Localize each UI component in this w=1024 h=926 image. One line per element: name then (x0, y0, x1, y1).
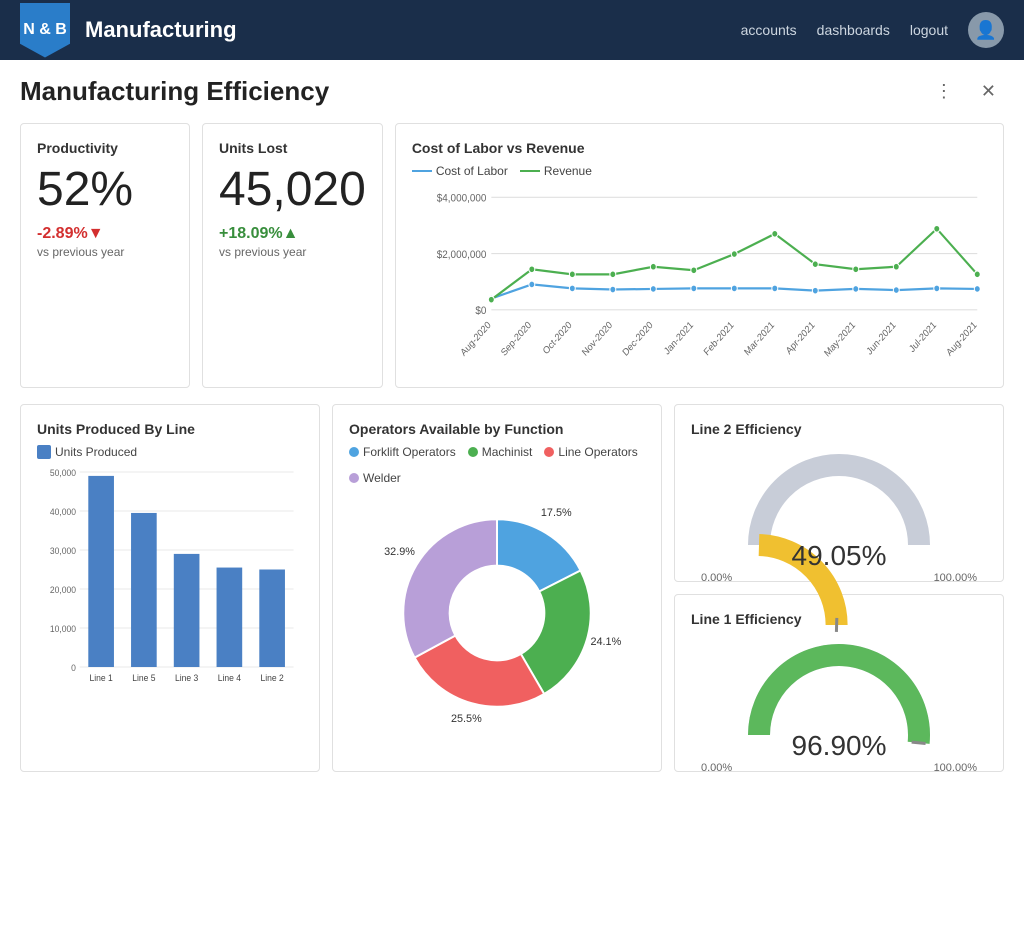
svg-text:40,000: 40,000 (50, 507, 76, 517)
legend-labor: Cost of Labor (412, 164, 508, 178)
close-button[interactable]: ✕ (973, 77, 1004, 106)
svg-text:25.5%: 25.5% (451, 713, 482, 725)
svg-text:$4,000,000: $4,000,000 (437, 192, 487, 205)
svg-text:Nov-2020: Nov-2020 (580, 319, 615, 358)
productivity-change: -2.89%▼ (37, 225, 173, 243)
page-title: Manufacturing Efficiency (20, 76, 927, 107)
svg-text:24.1%: 24.1% (590, 636, 621, 648)
labor-revenue-chart: $4,000,000 $2,000,000 $0Aug-2020Sep-2020Oc… (412, 186, 987, 366)
svg-text:Jun-2021: Jun-2021 (865, 319, 899, 357)
svg-text:Aug-2020: Aug-2020 (459, 319, 494, 358)
cost-labor-card: Cost of Labor vs Revenue Cost of Labor R… (395, 123, 1004, 388)
app-header: N & B Manufacturing accounts dashboards … (0, 0, 1024, 60)
legend-units-produced: Units Produced (37, 445, 137, 459)
line2-title: Line 2 Efficiency (691, 421, 987, 437)
header-actions: ⋮ ✕ (927, 77, 1004, 106)
units-lost-vs: vs previous year (219, 245, 366, 259)
avatar[interactable]: 👤 (968, 12, 1004, 48)
svg-text:30,000: 30,000 (50, 546, 76, 556)
header-nav: accounts dashboards logout 👤 (741, 12, 1004, 48)
svg-text:Mar-2021: Mar-2021 (742, 319, 776, 358)
donut-chart: 17.5% 24.1% 25.5% 32.9% (349, 493, 645, 733)
svg-text:Line 2: Line 2 (260, 673, 283, 683)
line2-labels: 0.00% 100.00% (691, 572, 987, 584)
nav-dashboards[interactable]: dashboards (817, 22, 890, 38)
svg-text:$0: $0 (475, 305, 486, 318)
line1-gauge (691, 635, 987, 745)
units-lost-card: Units Lost 45,020 +18.09%▲ vs previous y… (202, 123, 383, 388)
svg-text:Apr-2021: Apr-2021 (784, 319, 817, 357)
line2-efficiency-card: Line 2 Efficiency 49.05% 0.00% 100.00% (674, 404, 1004, 582)
bar-chart: 50,000 40,000 30,000 20,000 10,000 0 Line 1 Lin… (37, 467, 303, 697)
units-by-line-card: Units Produced By Line Units Produced 50… (20, 404, 320, 772)
line2-gauge-container: 49.05% 0.00% 100.00% (691, 445, 987, 565)
units-lost-change: +18.09%▲ (219, 225, 366, 243)
productivity-title: Productivity (37, 140, 173, 156)
svg-text:May-2021: May-2021 (822, 319, 857, 359)
legend-forklift: Forklift Operators (349, 445, 456, 459)
operators-card: Operators Available by Function Forklift… (332, 404, 662, 772)
bottom-row: Units Produced By Line Units Produced 50… (20, 404, 1004, 772)
nav-logout[interactable]: logout (910, 22, 948, 38)
svg-text:Jul-2021: Jul-2021 (907, 319, 938, 355)
svg-text:20,000: 20,000 (50, 585, 76, 595)
svg-text:Line 3: Line 3 (175, 673, 198, 683)
units-lost-value: 45,020 (219, 164, 366, 217)
legend-machinist: Machinist (468, 445, 533, 459)
nav-accounts[interactable]: accounts (741, 22, 797, 38)
svg-text:Sep-2020: Sep-2020 (499, 319, 534, 358)
cost-labor-title: Cost of Labor vs Revenue (412, 140, 987, 156)
efficiency-cards: Line 2 Efficiency 49.05% 0.00% 100.00% L… (674, 404, 1004, 772)
svg-text:50,000: 50,000 (50, 468, 76, 478)
svg-text:32.9%: 32.9% (384, 546, 415, 558)
svg-text:Feb-2021: Feb-2021 (702, 319, 736, 358)
app-name: Manufacturing (85, 17, 741, 43)
svg-text:$2,000,000: $2,000,000 (437, 248, 487, 261)
svg-text:0: 0 (71, 663, 76, 673)
svg-text:Dec-2020: Dec-2020 (621, 319, 656, 358)
units-by-line-title: Units Produced By Line (37, 421, 303, 437)
operators-legend: Forklift Operators Machinist Line Operat… (349, 445, 645, 485)
top-row: Productivity 52% -2.89%▼ vs previous yea… (20, 123, 1004, 388)
units-lost-title: Units Lost (219, 140, 366, 156)
svg-text:Aug-2021: Aug-2021 (944, 319, 979, 358)
svg-text:17.5%: 17.5% (541, 507, 572, 519)
operators-title: Operators Available by Function (349, 421, 645, 437)
svg-text:Oct-2020: Oct-2020 (541, 319, 574, 357)
cost-labor-legend: Cost of Labor Revenue (412, 164, 987, 178)
main-content: Manufacturing Efficiency ⋮ ✕ Productivit… (0, 60, 1024, 926)
line1-labels: 0.00% 100.00% (691, 762, 987, 774)
legend-welder: Welder (349, 471, 401, 485)
page-header: Manufacturing Efficiency ⋮ ✕ (20, 76, 1004, 107)
productivity-vs: vs previous year (37, 245, 173, 259)
productivity-value: 52% (37, 164, 173, 217)
logo-badge: N & B (20, 3, 70, 58)
svg-text:Line 5: Line 5 (132, 673, 155, 683)
legend-revenue: Revenue (520, 164, 592, 178)
svg-text:Line 4: Line 4 (218, 673, 241, 683)
line2-gauge (691, 445, 987, 555)
more-options-button[interactable]: ⋮ (927, 77, 961, 106)
svg-text:Jan-2021: Jan-2021 (662, 319, 696, 357)
units-legend: Units Produced (37, 445, 303, 459)
productivity-card: Productivity 52% -2.89%▼ vs previous yea… (20, 123, 190, 388)
legend-line-operators: Line Operators (544, 445, 637, 459)
svg-text:10,000: 10,000 (50, 624, 76, 634)
svg-text:Line 1: Line 1 (89, 673, 112, 683)
line1-gauge-container: 96.90% 0.00% 100.00% (691, 635, 987, 755)
